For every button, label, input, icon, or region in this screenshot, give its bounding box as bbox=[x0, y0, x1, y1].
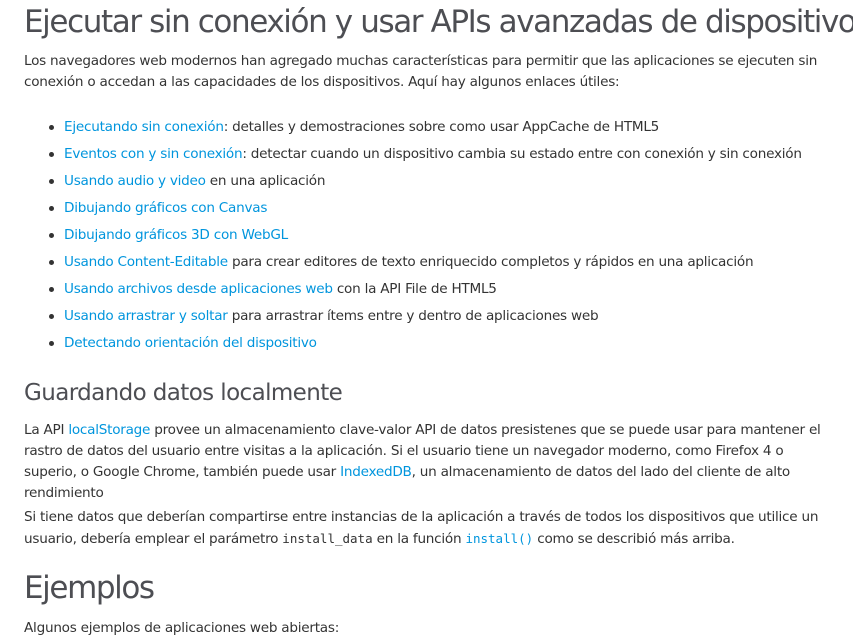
list-item: Ejecutando sin conexión: detalles y demo… bbox=[48, 116, 838, 143]
link-canvas[interactable]: Dibujando gráficos con Canvas bbox=[64, 200, 267, 216]
link-content-editable[interactable]: Usando Content-Editable bbox=[64, 254, 228, 270]
code-install-data: install_data bbox=[282, 531, 373, 546]
intro-paragraph: Los navegadores web modernos han agregad… bbox=[24, 53, 818, 90]
list-item-text: en una aplicación bbox=[205, 173, 326, 189]
link-audio-video[interactable]: Usando audio y video bbox=[64, 173, 206, 189]
links-list: Ejecutando sin conexión: detalles y demo… bbox=[48, 116, 838, 359]
share-paragraph: Si tiene datos que deberían compartirse … bbox=[24, 507, 834, 550]
share-text-3: como se describió más arriba. bbox=[533, 531, 735, 547]
link-online-offline-events[interactable]: Eventos con y sin conexión bbox=[64, 146, 243, 162]
storage-paragraph: La API localStorage provee un almacenami… bbox=[24, 420, 834, 504]
list-item: Usando Content-Editable para crear edito… bbox=[48, 251, 838, 278]
list-item-text: : detectar cuando un dispositivo cambia … bbox=[242, 146, 802, 162]
link-orientation[interactable]: Detectando orientación del dispositivo bbox=[64, 335, 317, 351]
list-item: Usando audio y video en una aplicación bbox=[48, 170, 838, 197]
list-item-text: para crear editores de texto enriquecido… bbox=[227, 254, 754, 270]
list-item: Eventos con y sin conexión: detectar cua… bbox=[48, 143, 838, 170]
section-heading-storage: Guardando datos localmente bbox=[24, 380, 343, 406]
list-item: Usando archivos desde aplicaciones web c… bbox=[48, 278, 838, 305]
list-item: Usando arrastrar y soltar para arrastrar… bbox=[48, 305, 838, 332]
list-item: Dibujando gráficos 3D con WebGL bbox=[48, 224, 838, 251]
link-drag-drop[interactable]: Usando arrastrar y soltar bbox=[64, 308, 228, 324]
storage-text-1: La API bbox=[24, 422, 69, 438]
list-item-text: con la API File de HTML5 bbox=[332, 281, 497, 297]
link-offline[interactable]: Ejecutando sin conexión bbox=[64, 119, 224, 135]
section-heading-examples: Ejemplos bbox=[24, 570, 155, 606]
link-indexeddb[interactable]: IndexedDB bbox=[340, 464, 412, 480]
list-item: Dibujando gráficos con Canvas bbox=[48, 197, 838, 224]
link-install[interactable]: install() bbox=[465, 531, 533, 547]
code-install: install() bbox=[465, 531, 534, 546]
list-item-text: : detalles y demostraciones sobre como u… bbox=[223, 119, 660, 135]
page-title: Ejecutar sin conexión y usar APIs avanza… bbox=[24, 4, 853, 40]
link-webgl[interactable]: Dibujando gráficos 3D con WebGL bbox=[64, 227, 288, 243]
examples-intro-paragraph: Algunos ejemplos de aplicaciones web abi… bbox=[24, 620, 340, 636]
link-file-api[interactable]: Usando archivos desde aplicaciones web bbox=[64, 281, 333, 297]
share-text-2: en la función bbox=[372, 531, 466, 547]
list-item-text: para arrastrar ítems entre y dentro de a… bbox=[227, 308, 599, 324]
link-localstorage[interactable]: localStorage bbox=[68, 422, 150, 438]
list-item: Detectando orientación del dispositivo bbox=[48, 332, 838, 359]
page-content: Ejecutar sin conexión y usar APIs avanza… bbox=[0, 0, 853, 640]
